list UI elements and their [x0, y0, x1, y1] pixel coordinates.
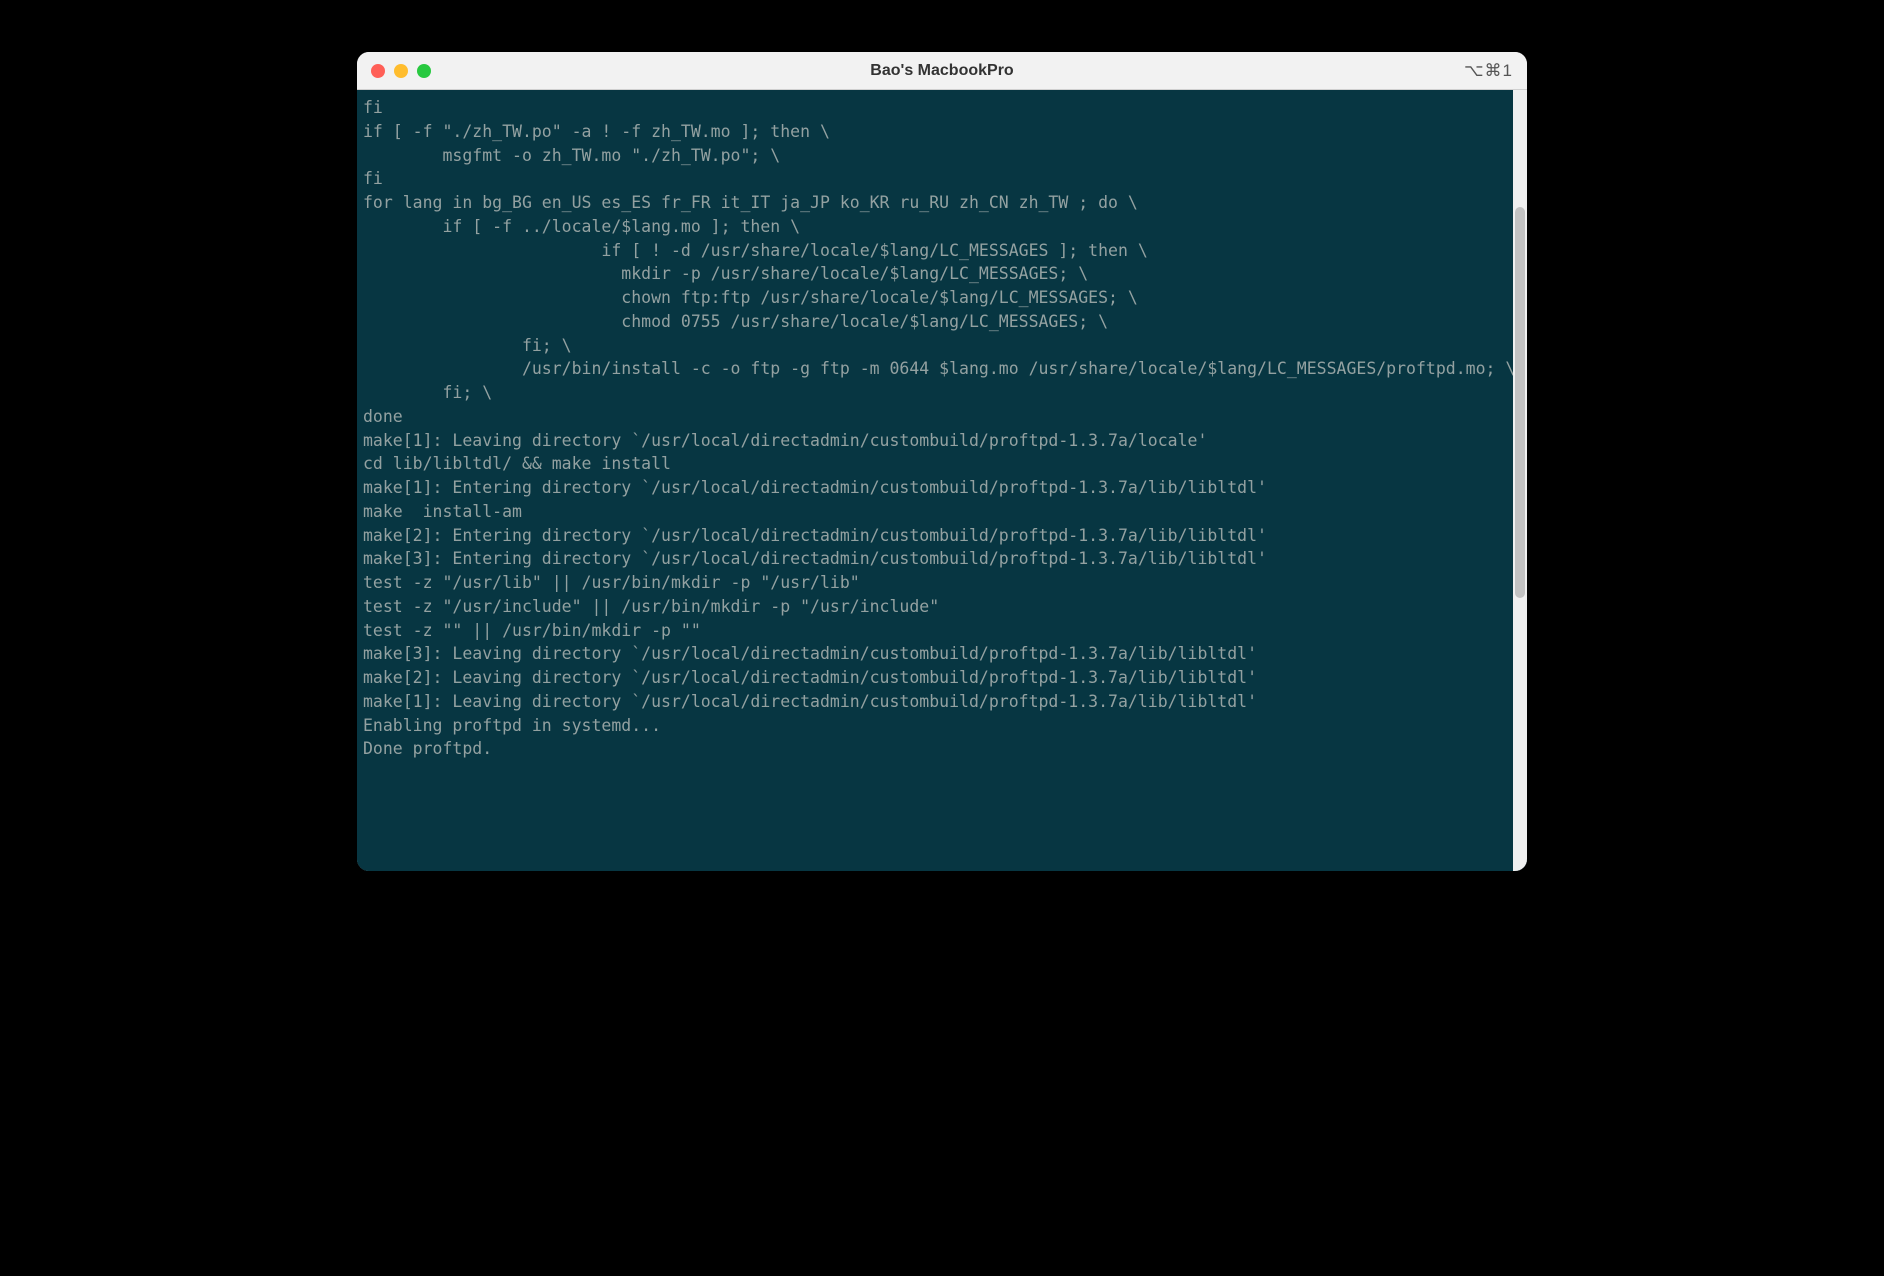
terminal-output[interactable]: fi if [ -f "./zh_TW.po" -a ! -f zh_TW.mo… — [357, 90, 1513, 871]
minimize-button[interactable] — [394, 64, 408, 78]
maximize-button[interactable] — [417, 64, 431, 78]
terminal-body-wrap: fi if [ -f "./zh_TW.po" -a ! -f zh_TW.mo… — [357, 90, 1527, 871]
close-button[interactable] — [371, 64, 385, 78]
terminal-window: Bao's MacbookPro ⌥⌘1 fi if [ -f "./zh_TW… — [357, 52, 1527, 871]
titlebar[interactable]: Bao's MacbookPro ⌥⌘1 — [357, 52, 1527, 90]
keyboard-shortcut: ⌥⌘1 — [1464, 61, 1513, 81]
scrollbar-thumb[interactable] — [1515, 207, 1525, 598]
window-title: Bao's MacbookPro — [357, 62, 1527, 80]
traffic-lights — [371, 64, 431, 78]
scrollbar-track[interactable] — [1513, 90, 1527, 871]
